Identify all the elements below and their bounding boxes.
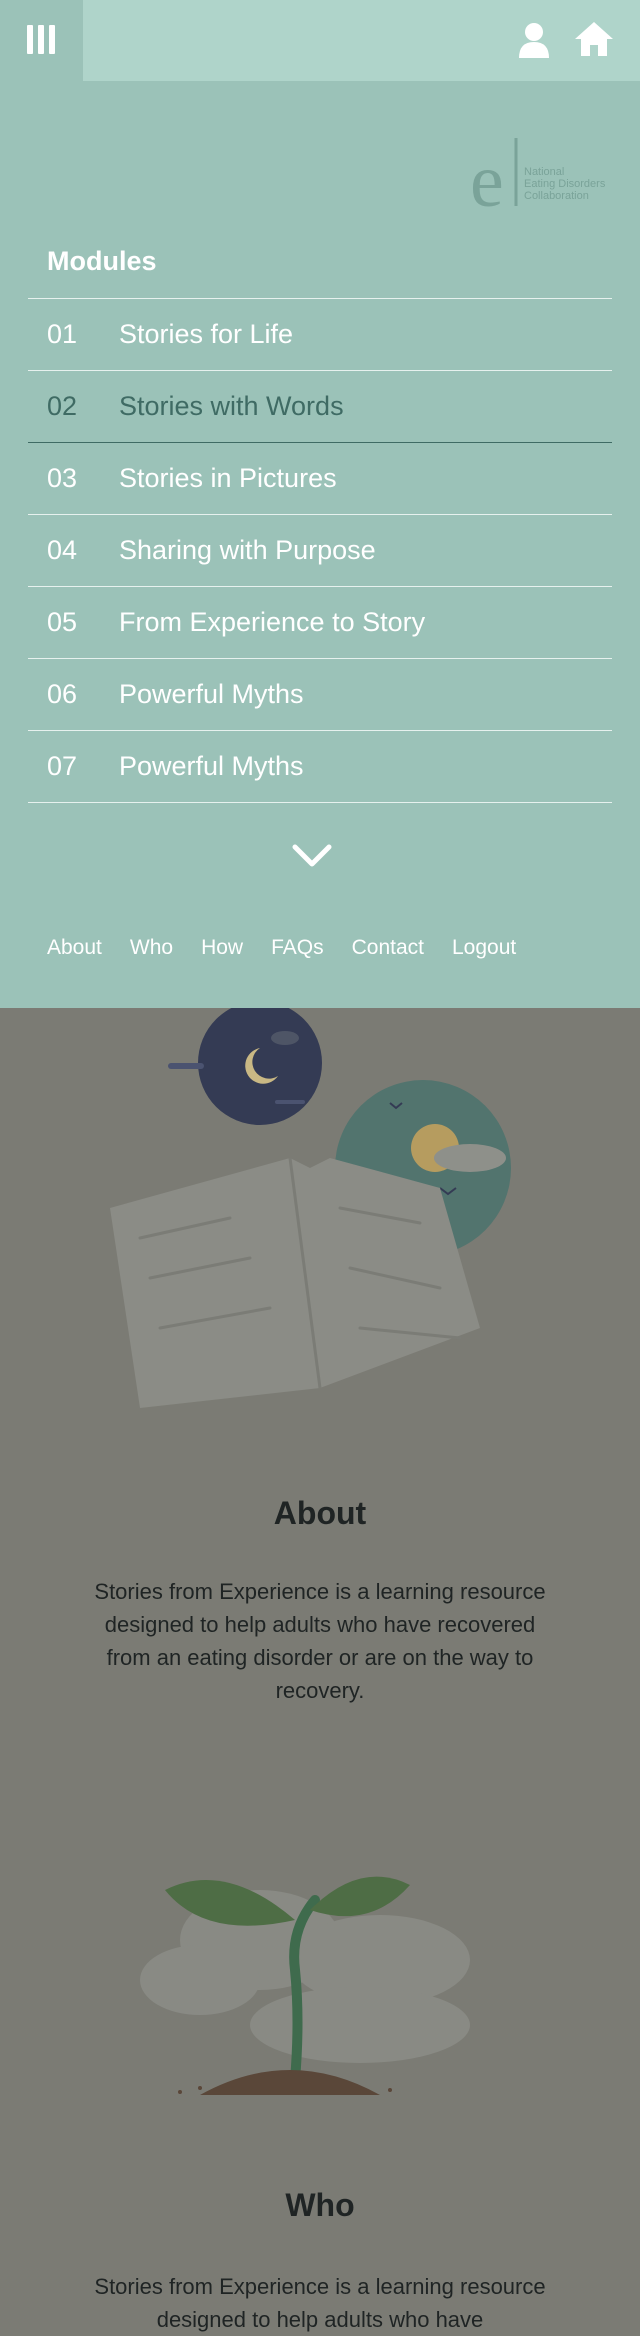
book-illustration xyxy=(110,1008,511,1408)
module-item-04[interactable]: 04 Sharing with Purpose xyxy=(28,515,612,587)
logo-wordmark: National Eating Disorders Collaboration xyxy=(524,166,606,202)
nav-link-who[interactable]: Who xyxy=(130,936,173,960)
module-label: Powerful Myths xyxy=(119,679,304,709)
module-label: Sharing with Purpose xyxy=(119,535,376,565)
footer-navigation: About Who How FAQs Contact Logout xyxy=(47,936,544,960)
home-button[interactable] xyxy=(574,20,614,58)
modules-list: 01 Stories for Life 02 Stories with Word… xyxy=(28,298,612,803)
who-text: Stories from Experience is a learning re… xyxy=(94,2274,546,2332)
navigation-overlay: e National Eating Disorders Collaboratio… xyxy=(0,0,640,1008)
top-bar xyxy=(0,0,640,81)
user-account-button[interactable] xyxy=(518,22,550,58)
module-label: From Experience to Story xyxy=(119,607,426,637)
module-number: 04 xyxy=(47,535,78,565)
module-label: Stories with Words xyxy=(119,391,344,421)
user-icon xyxy=(519,23,549,58)
module-label: Stories for Life xyxy=(119,319,294,349)
module-item-06[interactable]: 06 Powerful Myths xyxy=(28,659,612,731)
module-item-01[interactable]: 01 Stories for Life xyxy=(28,299,612,371)
module-item-07[interactable]: 07 Powerful Myths xyxy=(28,731,612,803)
module-number: 01 xyxy=(47,319,78,349)
module-number: 05 xyxy=(47,607,78,637)
nav-link-how[interactable]: How xyxy=(201,936,243,960)
about-text: Stories from Experience is a learning re… xyxy=(94,1579,546,1703)
module-number: 06 xyxy=(47,679,78,709)
module-item-02[interactable]: 02 Stories with Words xyxy=(28,371,612,443)
home-icon xyxy=(575,22,613,56)
module-number: 02 xyxy=(47,391,78,421)
chevron-down-icon xyxy=(292,844,332,867)
sprout-illustration xyxy=(140,1876,470,2095)
module-number: 03 xyxy=(47,463,78,493)
module-label: Powerful Myths xyxy=(119,751,304,781)
module-item-05[interactable]: 05 From Experience to Story xyxy=(28,587,612,659)
about-heading: About xyxy=(273,1494,367,1531)
module-number: 07 xyxy=(47,751,78,781)
nav-link-about[interactable]: About xyxy=(47,936,102,960)
module-label: Stories in Pictures xyxy=(119,463,337,493)
svg-text:e: e xyxy=(470,139,504,212)
nav-link-logout[interactable]: Logout xyxy=(452,936,516,960)
nav-link-faqs[interactable]: FAQs xyxy=(271,936,324,960)
who-heading: Who xyxy=(285,2186,355,2223)
modules-heading: Modules xyxy=(47,246,157,276)
expand-modules-button[interactable] xyxy=(292,842,332,870)
module-item-03[interactable]: 03 Stories in Pictures xyxy=(28,443,612,515)
nav-link-contact[interactable]: Contact xyxy=(352,936,424,960)
menu-toggle-button[interactable] xyxy=(0,0,83,81)
